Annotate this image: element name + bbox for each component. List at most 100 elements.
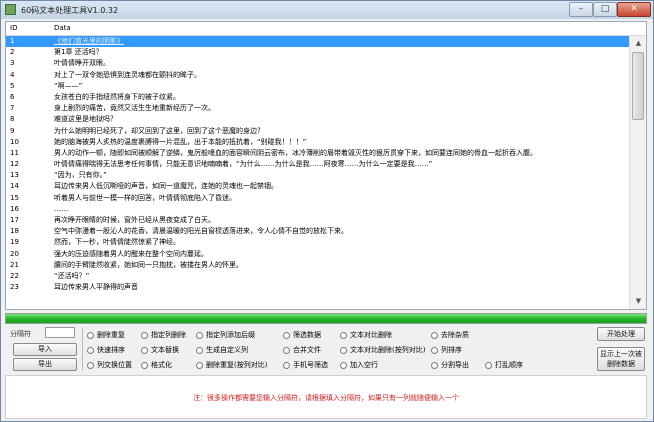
radio-circle-icon[interactable] [283, 331, 290, 339]
column-header-data[interactable]: Data [54, 24, 71, 32]
option-radio[interactable]: 合并文件 [283, 345, 321, 355]
option-label: 文本替换 [151, 346, 179, 354]
scroll-down-arrow-icon[interactable]: ▼ [631, 295, 646, 308]
radio-circle-icon[interactable] [340, 346, 347, 354]
option-radio[interactable]: 文本对比删除 [340, 330, 392, 340]
option-radio[interactable]: 列交换位置 [87, 360, 132, 370]
table-row[interactable]: 10 她的脑海被男人炙热的温度裹膊得一片混乱，出于本能的抵抗着，“别碰我！！！” [6, 137, 629, 148]
option-label: 合并文件 [293, 346, 321, 354]
table-row[interactable]: 9 为什么她明明已经死了，却又回到了这里，回到了这个恶魔的身边？ [6, 126, 629, 137]
separator-input[interactable] [45, 327, 75, 338]
row-id: 21 [10, 260, 19, 269]
option-radio[interactable]: 手机号筛选 [283, 360, 328, 370]
row-id: 16 [10, 204, 19, 213]
row-id: 6 [10, 92, 15, 101]
table-row[interactable]: 14 耳边传来男人低沉嘶哑的声音，如同一道魔咒，连她的灵魂也一起禁锢。 [6, 181, 629, 192]
radio-circle-icon[interactable] [340, 361, 347, 369]
option-radio[interactable]: 指定列添加后缀 [196, 330, 255, 340]
row-data: 难道这里是地狱吗？ [54, 115, 117, 124]
row-data: 男人的动作一顿，随即如同被顺解了逆鳞，鬼厉般嗜血的面容瞬间阴云密布，冰冷薄削的眉… [54, 148, 537, 157]
row-id: 2 [10, 48, 15, 57]
separator-label: 分隔符 [10, 330, 31, 338]
option-radio[interactable]: 分割导出 [431, 360, 469, 370]
table-row[interactable]: 1 《他们曾光里的阴影》 [6, 36, 629, 48]
option-radio[interactable]: 快速排序 [87, 345, 125, 355]
start-processing-button[interactable]: 开始处理 [597, 327, 645, 341]
table-row[interactable]: 21 腰间的手臂陡然收紧，她如同一只抱枕，被搂在男人的怀里。 [6, 260, 629, 271]
table-row[interactable]: 13 “因为，只有你。” [6, 170, 629, 181]
table-row[interactable]: 20 强大的压迫感随着男人的醒来在整个空间内蔓延。 [6, 249, 629, 260]
row-id: 12 [10, 160, 19, 169]
table-row[interactable]: 23 耳边传来男人平静得的声音 [6, 282, 629, 293]
radio-circle-icon[interactable] [196, 361, 203, 369]
column-header-id[interactable]: ID [10, 24, 17, 32]
row-data: 叶倩倩痛得喘得无法思考任何事情，只能无意识地喃喃着，“为什么……为什么是我……阿… [54, 160, 433, 169]
option-radio[interactable]: 生成自定义列 [196, 345, 248, 355]
export-button[interactable]: 导出 [13, 358, 77, 371]
minimize-button[interactable]: – [569, 2, 593, 17]
radio-circle-icon[interactable] [485, 361, 492, 369]
maximize-button[interactable]: □ [593, 2, 617, 17]
table-row[interactable]: 6 女孩苍白的手指纽然将身下的被子纹紧。 [6, 92, 629, 103]
table-row[interactable]: 3 叶倩倩睁开双眼。 [6, 58, 629, 69]
radio-circle-icon[interactable] [283, 346, 290, 354]
row-data: 为什么她明明已经死了，却又回到了这里，回到了这个恶魔的身边？ [54, 126, 264, 135]
radio-circle-icon[interactable] [87, 361, 94, 369]
row-data: 她的脑海被男人炙热的温度裹膊得一片混乱，出于本能的抵抗着，“别碰我！！！” [54, 137, 307, 146]
scroll-thumb[interactable] [632, 52, 644, 120]
grid-rows: 1 《他们曾光里的阴影》 2 第1章 还活吗？ 3 叶倩倩睁开双眼。 4 对上了一双令她恐… [6, 36, 629, 293]
option-radio[interactable]: 删除重复 [87, 330, 125, 340]
option-radio[interactable]: 筛选数据 [283, 330, 321, 340]
radio-circle-icon[interactable] [141, 331, 148, 339]
radio-circle-icon[interactable] [431, 331, 438, 339]
radio-circle-icon[interactable] [141, 361, 148, 369]
option-radio[interactable]: 去除杂质 [431, 330, 469, 340]
progress-bar [5, 313, 647, 324]
radio-circle-icon[interactable] [283, 361, 290, 369]
radio-circle-icon[interactable] [196, 346, 203, 354]
table-row[interactable]: 17 再次睁开眼睛的时候，窗外已经从黑夜变成了白天。 [6, 215, 629, 226]
radio-circle-icon[interactable] [87, 346, 94, 354]
table-row[interactable]: 22 “还活吗？” [6, 271, 629, 282]
table-row[interactable]: 4 对上了一双令她恐惧到连灵魂都在颤抖的眸子。 [6, 70, 629, 81]
table-row[interactable]: 11 男人的动作一顿，随即如同被顺解了逆鳞，鬼厉般嗜血的面容瞬间阴云密布，冰冷薄… [6, 148, 629, 159]
scroll-up-arrow-icon[interactable]: ▲ [631, 37, 646, 50]
table-row[interactable]: 8 难道这里是地狱吗？ [6, 114, 629, 125]
show-deleted-data-button[interactable]: 显示上一次被删除数据 [597, 347, 645, 371]
table-row[interactable]: 16 …… [6, 204, 629, 215]
app-icon [5, 4, 16, 15]
data-grid[interactable]: ID Data 1 《他们曾光里的阴影》 2 第1章 还活吗？ 3 叶倩倩睁开双眼。 4 … [5, 21, 647, 310]
table-row[interactable]: 18 空气中弥漫着一股沁人的花香，清晨温暖的阳光自窗棂透落进来，令人心情不自觉的… [6, 226, 629, 237]
table-row[interactable]: 15 听着男人与前世一模一样的回答，叶倩倩彻底陷入了昏迷。 [6, 193, 629, 204]
option-label: 格式化 [151, 361, 172, 369]
radio-circle-icon[interactable] [340, 331, 347, 339]
table-row[interactable]: 2 第1章 还活吗？ [6, 47, 629, 58]
option-radio[interactable]: 打乱顺序 [485, 360, 523, 370]
option-radio[interactable]: 指定列删除 [141, 330, 186, 340]
option-radio[interactable]: 文本替换 [141, 345, 179, 355]
row-id: 14 [10, 182, 19, 191]
option-radio[interactable]: 文本对比删除(按列对比) [340, 345, 425, 355]
row-id: 9 [10, 126, 15, 135]
radio-circle-icon[interactable] [141, 346, 148, 354]
radio-circle-icon[interactable] [87, 331, 94, 339]
table-row[interactable]: 19 然而，下一秒，叶倩倩陡然惊紧了神经。 [6, 237, 629, 248]
option-radio[interactable]: 删除重复(按列对比) [196, 360, 267, 370]
import-button[interactable]: 导入 [13, 343, 77, 356]
row-data: 再次睁开眼睛的时候，窗外已经从黑夜变成了白天。 [54, 216, 215, 224]
option-radio[interactable]: 加入空行 [340, 360, 378, 370]
option-radio[interactable]: 格式化 [141, 360, 172, 370]
option-label: 列排序 [441, 346, 462, 354]
radio-circle-icon[interactable] [431, 361, 438, 369]
table-row[interactable]: 12 叶倩倩痛得喘得无法思考任何事情，只能无意识地喃喃着，“为什么……为什么是我… [6, 159, 629, 170]
radio-circle-icon[interactable] [196, 331, 203, 339]
vertical-scrollbar[interactable]: ▲ ▼ [629, 36, 646, 309]
radio-circle-icon[interactable] [431, 346, 438, 354]
row-data: 对上了一双令她恐惧到连灵魂都在颤抖的眸子。 [54, 70, 201, 79]
option-radio[interactable]: 列排序 [431, 345, 462, 355]
table-row[interactable]: 5 “啊——” [6, 81, 629, 92]
title-bar[interactable]: 60码文本处理工具V1.0.32 – □ ✕ [1, 1, 653, 19]
table-row[interactable]: 7 身上剧烈的痛苦，竟然又活生生地重新经历了一次。 [6, 103, 629, 114]
row-id: 13 [10, 171, 19, 180]
close-button[interactable]: ✕ [617, 2, 651, 17]
